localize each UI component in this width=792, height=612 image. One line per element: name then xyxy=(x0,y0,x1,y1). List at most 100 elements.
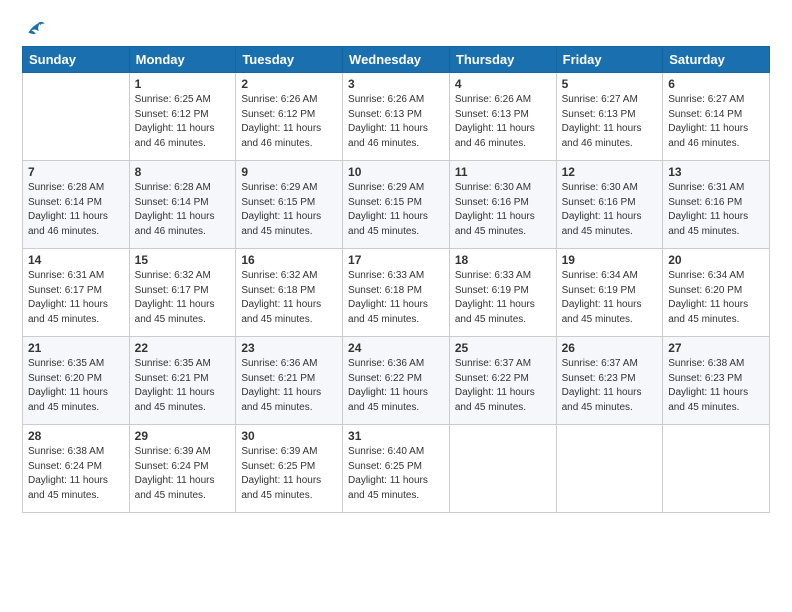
calendar-cell: 31 Sunrise: 6:40 AM Sunset: 6:25 PM Dayli… xyxy=(343,425,450,513)
day-number: 12 xyxy=(562,165,658,179)
header-saturday: Saturday xyxy=(663,47,770,73)
calendar-cell: 4 Sunrise: 6:26 AM Sunset: 6:13 PM Daylig… xyxy=(449,73,556,161)
calendar-cell xyxy=(556,425,663,513)
day-number: 17 xyxy=(348,253,444,267)
calendar-cell: 7 Sunrise: 6:28 AM Sunset: 6:14 PM Daylig… xyxy=(23,161,130,249)
cell-info: Sunrise: 6:36 AM Sunset: 6:22 PM Dayligh… xyxy=(348,357,444,415)
calendar-week-row: 21 Sunrise: 6:35 AM Sunset: 6:20 PM Dayli… xyxy=(23,337,770,425)
day-number: 23 xyxy=(241,341,337,355)
day-number: 22 xyxy=(135,341,231,355)
header-wednesday: Wednesday xyxy=(343,47,450,73)
day-number: 5 xyxy=(562,77,658,91)
cell-info: Sunrise: 6:34 AM Sunset: 6:19 PM Dayligh… xyxy=(562,269,658,327)
day-number: 31 xyxy=(348,429,444,443)
day-number: 11 xyxy=(455,165,551,179)
cell-info: Sunrise: 6:31 AM Sunset: 6:16 PM Dayligh… xyxy=(668,181,764,239)
calendar-cell xyxy=(449,425,556,513)
cell-info: Sunrise: 6:39 AM Sunset: 6:25 PM Dayligh… xyxy=(241,445,337,503)
cell-info: Sunrise: 6:37 AM Sunset: 6:23 PM Dayligh… xyxy=(562,357,658,415)
day-number: 30 xyxy=(241,429,337,443)
cell-info: Sunrise: 6:27 AM Sunset: 6:13 PM Dayligh… xyxy=(562,93,658,151)
cell-info: Sunrise: 6:39 AM Sunset: 6:24 PM Dayligh… xyxy=(135,445,231,503)
cell-info: Sunrise: 6:33 AM Sunset: 6:18 PM Dayligh… xyxy=(348,269,444,327)
calendar-cell: 19 Sunrise: 6:34 AM Sunset: 6:19 PM Dayli… xyxy=(556,249,663,337)
cell-info: Sunrise: 6:32 AM Sunset: 6:18 PM Dayligh… xyxy=(241,269,337,327)
day-number: 8 xyxy=(135,165,231,179)
day-number: 1 xyxy=(135,77,231,91)
calendar-cell: 30 Sunrise: 6:39 AM Sunset: 6:25 PM Dayli… xyxy=(236,425,343,513)
calendar-cell xyxy=(663,425,770,513)
cell-info: Sunrise: 6:37 AM Sunset: 6:22 PM Dayligh… xyxy=(455,357,551,415)
cell-info: Sunrise: 6:29 AM Sunset: 6:15 PM Dayligh… xyxy=(241,181,337,239)
calendar-cell: 20Sunrise: 6:34 AM Sunset: 6:20 PM Dayli… xyxy=(663,249,770,337)
header-monday: Monday xyxy=(129,47,236,73)
day-number: 13 xyxy=(668,165,764,179)
cell-info: Sunrise: 6:30 AM Sunset: 6:16 PM Dayligh… xyxy=(562,181,658,239)
calendar-cell: 14 Sunrise: 6:31 AM Sunset: 6:17 PM Dayli… xyxy=(23,249,130,337)
day-number: 3 xyxy=(348,77,444,91)
calendar-week-row: 28 Sunrise: 6:38 AM Sunset: 6:24 PM Dayli… xyxy=(23,425,770,513)
cell-info: Sunrise: 6:25 AM Sunset: 6:12 PM Dayligh… xyxy=(135,93,231,151)
cell-info: Sunrise: 6:28 AM Sunset: 6:14 PM Dayligh… xyxy=(135,181,231,239)
calendar-cell: 10 Sunrise: 6:29 AM Sunset: 6:15 PM Dayli… xyxy=(343,161,450,249)
calendar-cell: 29 Sunrise: 6:39 AM Sunset: 6:24 PM Dayli… xyxy=(129,425,236,513)
cell-info: Sunrise: 6:38 AM Sunset: 6:24 PM Dayligh… xyxy=(28,445,124,503)
cell-info: Sunrise: 6:26 AM Sunset: 6:12 PM Dayligh… xyxy=(241,93,337,151)
day-number: 28 xyxy=(28,429,124,443)
calendar-cell: 9Sunrise: 6:29 AM Sunset: 6:15 PM Daylig… xyxy=(236,161,343,249)
calendar-cell: 6 Sunrise: 6:27 AM Sunset: 6:14 PM Daylig… xyxy=(663,73,770,161)
calendar-cell: 2 Sunrise: 6:26 AM Sunset: 6:12 PM Daylig… xyxy=(236,73,343,161)
calendar-week-row: 14 Sunrise: 6:31 AM Sunset: 6:17 PM Dayli… xyxy=(23,249,770,337)
header-friday: Friday xyxy=(556,47,663,73)
calendar-week-row: 7 Sunrise: 6:28 AM Sunset: 6:14 PM Daylig… xyxy=(23,161,770,249)
calendar-cell: 22 Sunrise: 6:35 AM Sunset: 6:21 PM Dayli… xyxy=(129,337,236,425)
calendar-cell: 5 Sunrise: 6:27 AM Sunset: 6:13 PM Daylig… xyxy=(556,73,663,161)
calendar-cell: 8 Sunrise: 6:28 AM Sunset: 6:14 PM Daylig… xyxy=(129,161,236,249)
cell-info: Sunrise: 6:26 AM Sunset: 6:13 PM Dayligh… xyxy=(455,93,551,151)
day-number: 27 xyxy=(668,341,764,355)
day-number: 16 xyxy=(241,253,337,267)
day-number: 20 xyxy=(668,253,764,267)
day-number: 14 xyxy=(28,253,124,267)
day-number: 21 xyxy=(28,341,124,355)
page-header xyxy=(22,18,770,36)
cell-info: Sunrise: 6:31 AM Sunset: 6:17 PM Dayligh… xyxy=(28,269,124,327)
calendar-cell: 28 Sunrise: 6:38 AM Sunset: 6:24 PM Dayli… xyxy=(23,425,130,513)
day-number: 2 xyxy=(241,77,337,91)
day-number: 10 xyxy=(348,165,444,179)
cell-info: Sunrise: 6:29 AM Sunset: 6:15 PM Dayligh… xyxy=(348,181,444,239)
day-number: 18 xyxy=(455,253,551,267)
day-number: 25 xyxy=(455,341,551,355)
day-number: 4 xyxy=(455,77,551,91)
day-number: 15 xyxy=(135,253,231,267)
calendar-cell: 3 Sunrise: 6:26 AM Sunset: 6:13 PM Daylig… xyxy=(343,73,450,161)
day-number: 6 xyxy=(668,77,764,91)
cell-info: Sunrise: 6:26 AM Sunset: 6:13 PM Dayligh… xyxy=(348,93,444,151)
calendar-cell: 11 Sunrise: 6:30 AM Sunset: 6:16 PM Dayli… xyxy=(449,161,556,249)
cell-info: Sunrise: 6:40 AM Sunset: 6:25 PM Dayligh… xyxy=(348,445,444,503)
day-number: 7 xyxy=(28,165,124,179)
calendar-cell: 26 Sunrise: 6:37 AM Sunset: 6:23 PM Dayli… xyxy=(556,337,663,425)
day-number: 19 xyxy=(562,253,658,267)
calendar-cell: 23 Sunrise: 6:36 AM Sunset: 6:21 PM Dayli… xyxy=(236,337,343,425)
cell-info: Sunrise: 6:30 AM Sunset: 6:16 PM Dayligh… xyxy=(455,181,551,239)
calendar-week-row: 1 Sunrise: 6:25 AM Sunset: 6:12 PM Daylig… xyxy=(23,73,770,161)
header-sunday: Sunday xyxy=(23,47,130,73)
header-thursday: Thursday xyxy=(449,47,556,73)
cell-info: Sunrise: 6:28 AM Sunset: 6:14 PM Dayligh… xyxy=(28,181,124,239)
calendar-cell xyxy=(23,73,130,161)
cell-info: Sunrise: 6:36 AM Sunset: 6:21 PM Dayligh… xyxy=(241,357,337,415)
day-number: 29 xyxy=(135,429,231,443)
calendar-cell: 17 Sunrise: 6:33 AM Sunset: 6:18 PM Dayli… xyxy=(343,249,450,337)
cell-info: Sunrise: 6:35 AM Sunset: 6:20 PM Dayligh… xyxy=(28,357,124,415)
logo xyxy=(22,18,46,36)
cell-info: Sunrise: 6:35 AM Sunset: 6:21 PM Dayligh… xyxy=(135,357,231,415)
calendar-cell: 16 Sunrise: 6:32 AM Sunset: 6:18 PM Dayli… xyxy=(236,249,343,337)
cell-info: Sunrise: 6:27 AM Sunset: 6:14 PM Dayligh… xyxy=(668,93,764,151)
calendar-cell: 24Sunrise: 6:36 AM Sunset: 6:22 PM Dayli… xyxy=(343,337,450,425)
calendar-cell: 18Sunrise: 6:33 AM Sunset: 6:19 PM Dayli… xyxy=(449,249,556,337)
calendar-cell: 21 Sunrise: 6:35 AM Sunset: 6:20 PM Dayli… xyxy=(23,337,130,425)
day-number: 26 xyxy=(562,341,658,355)
calendar-cell: 27 Sunrise: 6:38 AM Sunset: 6:23 PM Dayli… xyxy=(663,337,770,425)
cell-info: Sunrise: 6:38 AM Sunset: 6:23 PM Dayligh… xyxy=(668,357,764,415)
